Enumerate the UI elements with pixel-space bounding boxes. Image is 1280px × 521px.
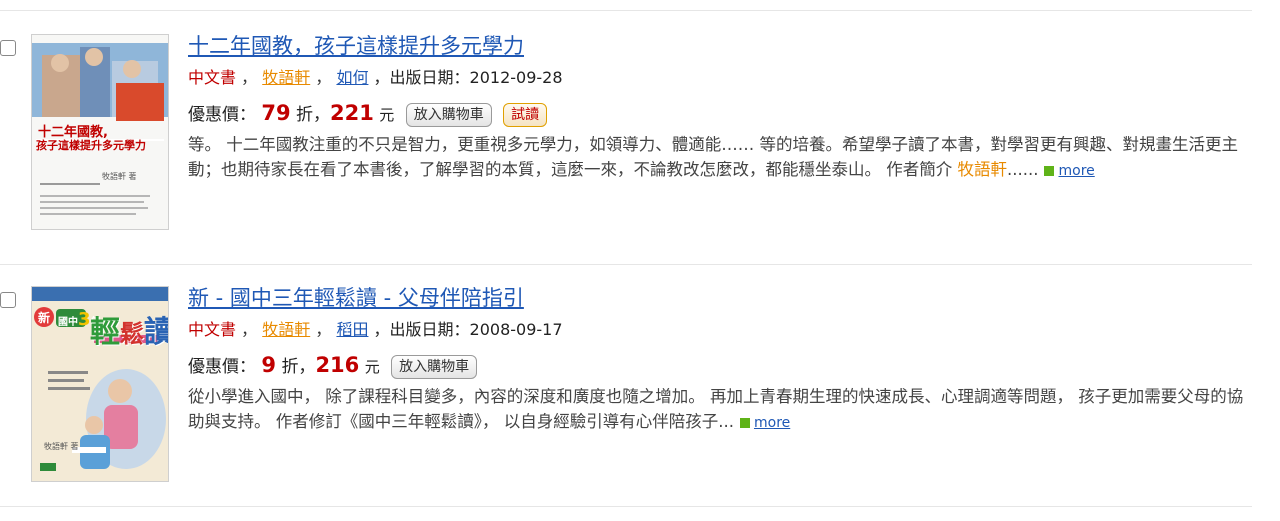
cover-grade-text: 國中 — [58, 317, 78, 328]
cover-author: 牧語軒 著 — [44, 442, 79, 451]
discount-unit: 折， — [296, 105, 331, 125]
book-meta: 中文書 ， 牧語軒 ， 稻田 ，出版日期：2008-09-17 — [188, 319, 1254, 341]
top-divider — [0, 10, 1252, 11]
meta-separator: ， — [241, 68, 258, 87]
trial-read-button[interactable]: 試讀 — [503, 103, 548, 127]
meta-separator: ， — [315, 68, 332, 87]
book-info: 十二年國教，孩子這樣提升多元學力 中文書 ， 牧語軒 ， 如何 ，出版日期：20… — [188, 32, 1254, 184]
publisher-link[interactable]: 稻田 — [336, 320, 368, 339]
cover-author: 牧語軒 著 — [102, 172, 137, 181]
cover-big-title: 輕鬆讀 — [90, 307, 168, 351]
item-divider — [0, 264, 1252, 265]
price-label: 優惠價： — [188, 105, 256, 125]
bottom-divider — [0, 506, 1252, 507]
book-info: 新 - 國中三年輕鬆讀 - 父母伴陪指引 中文書 ， 牧語軒 ， 稻田 ，出版日… — [188, 284, 1254, 436]
cover-badge: 新 — [38, 311, 51, 325]
more-link[interactable]: more — [754, 415, 790, 431]
meta-separator: ， — [241, 320, 258, 339]
more-icon — [739, 417, 750, 428]
publisher-link[interactable]: 如何 — [336, 68, 368, 87]
description-text: 從小學進入國中， 除了課程科目變多，內容的深度和廣度也隨之增加。 再加上青春期生… — [188, 387, 1244, 431]
author-link[interactable]: 牧語軒 — [262, 68, 310, 87]
author-link[interactable]: 牧語軒 — [262, 320, 310, 339]
price-row: 優惠價： 9 折，216 元 放入購物車 — [188, 351, 1254, 381]
book-title-link[interactable]: 十二年國教，孩子這樣提升多元學力 — [188, 32, 1254, 60]
publish-date: ，出版日期：2012-09-28 — [373, 68, 563, 87]
book-cover[interactable]: 新 國中3年 輕鬆讀 牧語軒 著 — [31, 286, 169, 482]
price-value: 216 — [315, 353, 360, 377]
price-value: 221 — [330, 101, 374, 125]
publish-date: ，出版日期：2008-09-17 — [373, 320, 563, 339]
more-icon — [1044, 165, 1055, 176]
meta-separator: ， — [315, 320, 332, 339]
cover-title-line2: 孩子這樣提升多元學力 — [36, 139, 146, 152]
cover-char: 輕 — [90, 315, 120, 350]
price-unit: 元 — [364, 358, 380, 376]
cover-char: 鬆 — [120, 320, 144, 348]
price-row: 優惠價： 79 折，221 元 放入購物車 試讀 — [188, 99, 1254, 129]
add-to-cart-button[interactable]: 放入購物車 — [405, 103, 492, 127]
book-title-link[interactable]: 新 - 國中三年輕鬆讀 - 父母伴陪指引 — [188, 284, 1254, 312]
book-meta: 中文書 ， 牧語軒 ， 如何 ，出版日期：2012-09-28 — [188, 67, 1254, 89]
price-label: 優惠價： — [188, 357, 256, 377]
description-author: 牧語軒 — [957, 160, 1008, 179]
price-unit: 元 — [379, 106, 395, 124]
more-link[interactable]: more — [1058, 163, 1094, 179]
cover-char: 讀 — [144, 315, 168, 350]
add-to-cart-button[interactable]: 放入購物車 — [391, 355, 478, 379]
book-cover[interactable]: 十二年國教, 孩子這樣提升多元學力 牧語軒 著 — [31, 34, 169, 230]
book-description: 從小學進入國中， 除了課程科目變多，內容的深度和廣度也隨之增加。 再加上青春期生… — [188, 384, 1254, 436]
discount-value: 79 — [261, 101, 291, 125]
category-label: 中文書 — [188, 68, 237, 87]
cover-grade-num: 3 — [78, 309, 91, 330]
discount-unit: 折， — [281, 357, 316, 377]
select-checkbox[interactable] — [0, 40, 16, 56]
discount-value: 9 — [261, 353, 277, 377]
description-ellipsis: ...... — [1007, 160, 1039, 179]
select-checkbox[interactable] — [0, 292, 16, 308]
category-label: 中文書 — [188, 320, 237, 339]
book-description: 等。 十二年國教注重的不只是智力，更重視多元學力，如領導力、體適能…… 等的培養… — [188, 132, 1254, 184]
